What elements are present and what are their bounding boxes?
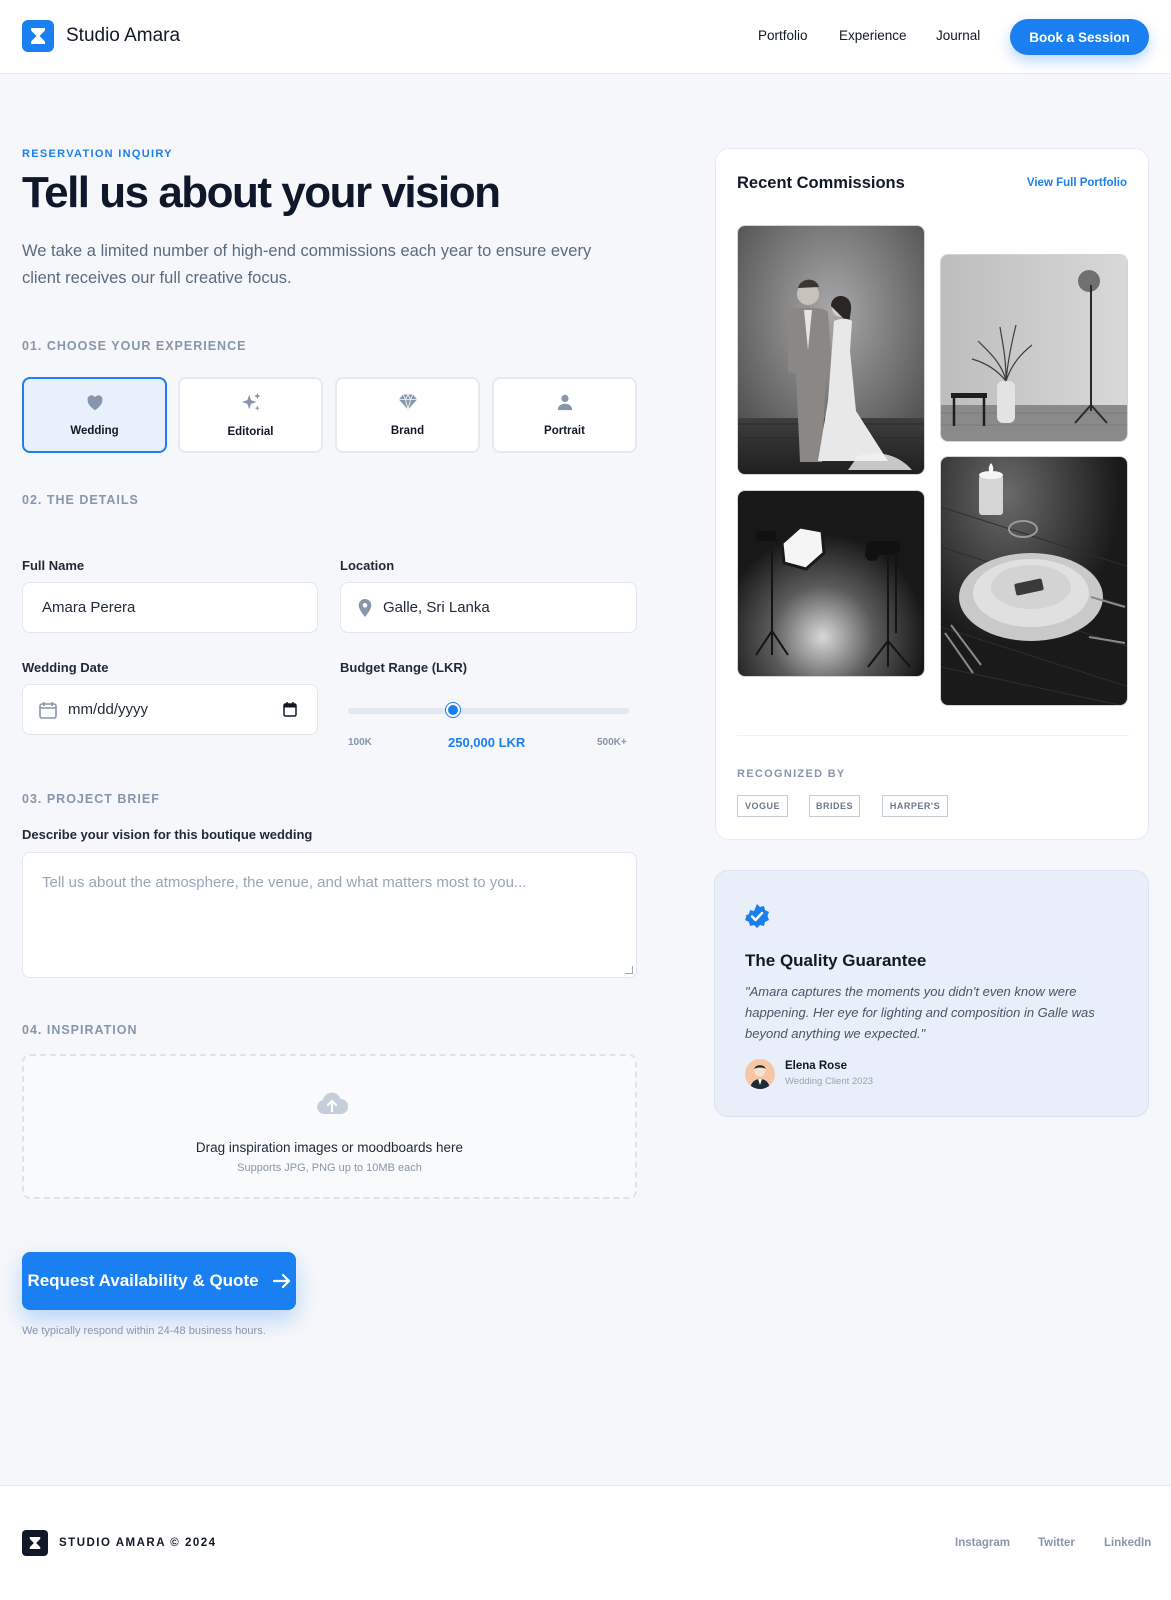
- experience-label: Brand: [390, 425, 425, 437]
- request-quote-button[interactable]: Request Availability & Quote: [22, 1252, 296, 1310]
- cloud-upload-icon: [316, 1092, 348, 1116]
- location-value: Galle, Sri Lanka: [383, 599, 490, 616]
- book-session-button[interactable]: Book a Session: [1010, 19, 1149, 55]
- experience-option-brand[interactable]: Brand: [335, 377, 480, 453]
- budget-max: 500K+: [597, 737, 627, 748]
- brief-label: Describe your vision for this boutique w…: [22, 827, 313, 842]
- inspiration-dropzone[interactable]: Drag inspiration images or moodboards he…: [22, 1054, 637, 1199]
- budget-min: 100K: [348, 737, 372, 748]
- verified-badge-icon: [744, 903, 770, 929]
- footer-logo-icon[interactable]: [22, 1530, 48, 1556]
- commissions-title: Recent Commissions: [737, 174, 905, 192]
- full-name-input[interactable]: Amara Perera: [22, 582, 318, 633]
- location-input[interactable]: Galle, Sri Lanka: [340, 582, 637, 633]
- experience-label: Portrait: [544, 425, 585, 437]
- experience-option-wedding[interactable]: Wedding: [22, 377, 167, 453]
- photo-studio-lights[interactable]: [737, 490, 925, 677]
- page-title: Tell us about your vision: [22, 168, 501, 217]
- section-brief-label: 03. PROJECT BRIEF: [22, 792, 160, 806]
- photo-interior-lamp[interactable]: [940, 254, 1128, 442]
- location-label: Location: [340, 558, 395, 573]
- footer-link-twitter[interactable]: Twitter: [1038, 1537, 1075, 1549]
- wedding-date-value: mm/dd/yyyy: [68, 701, 149, 718]
- location-pin-icon: [357, 598, 373, 617]
- testimonial-author: Elena Rose: [785, 1060, 847, 1072]
- request-quote-label: Request Availability & Quote: [27, 1271, 259, 1290]
- testimonial-quote: "Amara captures the moments you didn't e…: [745, 984, 1095, 1041]
- dropzone-text: Drag inspiration images or moodboards he…: [195, 1140, 464, 1155]
- press-badge-harpers: HARPER'S: [882, 795, 948, 817]
- avatar: [745, 1059, 775, 1089]
- site-footer: STUDIO AMARA © 2024 Instagram Twitter Li…: [0, 1485, 1171, 1600]
- person-icon: [556, 393, 574, 416]
- date-picker-icon[interactable]: [283, 702, 297, 717]
- experience-option-portrait[interactable]: Portrait: [492, 377, 637, 453]
- dropzone-subtext: Supports JPG, PNG up to 10MB each: [237, 1162, 422, 1174]
- footer-link-linkedin[interactable]: LinkedIn: [1104, 1537, 1151, 1549]
- arrow-right-icon: [272, 1273, 291, 1289]
- full-name-value: Amara Perera: [42, 599, 136, 616]
- photo-table-setting[interactable]: [940, 456, 1128, 706]
- experience-label: Wedding: [70, 425, 119, 437]
- view-portfolio-link[interactable]: View Full Portfolio: [1027, 177, 1127, 189]
- experience-option-editorial[interactable]: Editorial: [178, 377, 323, 453]
- budget-value: 250,000 LKR: [448, 735, 526, 750]
- recognized-by-label: RECOGNIZED BY: [737, 768, 846, 780]
- logo-icon[interactable]: [22, 20, 54, 52]
- quality-guarantee-card: The Quality Guarantee "Amara captures th…: [714, 870, 1149, 1117]
- press-badge-brides: BRIDES: [809, 795, 860, 817]
- eyebrow: RESERVATION INQUIRY: [22, 148, 173, 160]
- brand-name[interactable]: Studio Amara: [66, 25, 180, 47]
- testimonial-role: Wedding Client 2023: [785, 1076, 874, 1087]
- guarantee-title: The Quality Guarantee: [745, 951, 927, 970]
- recent-commissions-card: Recent Commissions View Full Portfolio R…: [715, 148, 1149, 840]
- section-details-label: 02. THE DETAILS: [22, 493, 139, 507]
- response-time-note: We typically respond within 24-48 busine…: [22, 1325, 266, 1337]
- section-inspiration-label: 04. INSPIRATION: [22, 1023, 138, 1037]
- wedding-date-input[interactable]: mm/dd/yyyy: [22, 684, 318, 735]
- site-header: Studio Amara Portfolio Experience Journa…: [0, 0, 1171, 74]
- resize-handle[interactable]: [625, 966, 633, 974]
- page-subtitle: We take a limited number of high-end com…: [22, 242, 592, 287]
- photo-wedding-couple[interactable]: [737, 225, 925, 475]
- diamond-icon: [398, 393, 418, 416]
- footer-brand: STUDIO AMARA © 2024: [59, 1537, 217, 1549]
- full-name-label: Full Name: [22, 558, 85, 573]
- heart-icon: [85, 393, 105, 416]
- budget-label: Budget Range (LKR): [340, 660, 468, 675]
- nav-journal[interactable]: Journal: [936, 28, 980, 43]
- experience-label: Editorial: [227, 426, 274, 438]
- card-divider: [737, 735, 1129, 736]
- budget-slider-track[interactable]: [348, 708, 629, 714]
- footer-link-instagram[interactable]: Instagram: [955, 1537, 1010, 1549]
- sparkles-icon: [240, 392, 262, 417]
- calendar-icon: [39, 701, 57, 719]
- nav-experience[interactable]: Experience: [839, 28, 907, 43]
- brief-textarea[interactable]: Tell us about the atmosphere, the venue,…: [22, 852, 637, 978]
- brief-placeholder: Tell us about the atmosphere, the venue,…: [42, 874, 527, 891]
- budget-slider-thumb[interactable]: [446, 703, 461, 717]
- wedding-date-label: Wedding Date: [22, 660, 109, 675]
- nav-portfolio[interactable]: Portfolio: [758, 28, 808, 43]
- section-experience-label: 01. CHOOSE YOUR EXPERIENCE: [22, 339, 247, 353]
- press-badge-vogue: VOGUE: [737, 795, 788, 817]
